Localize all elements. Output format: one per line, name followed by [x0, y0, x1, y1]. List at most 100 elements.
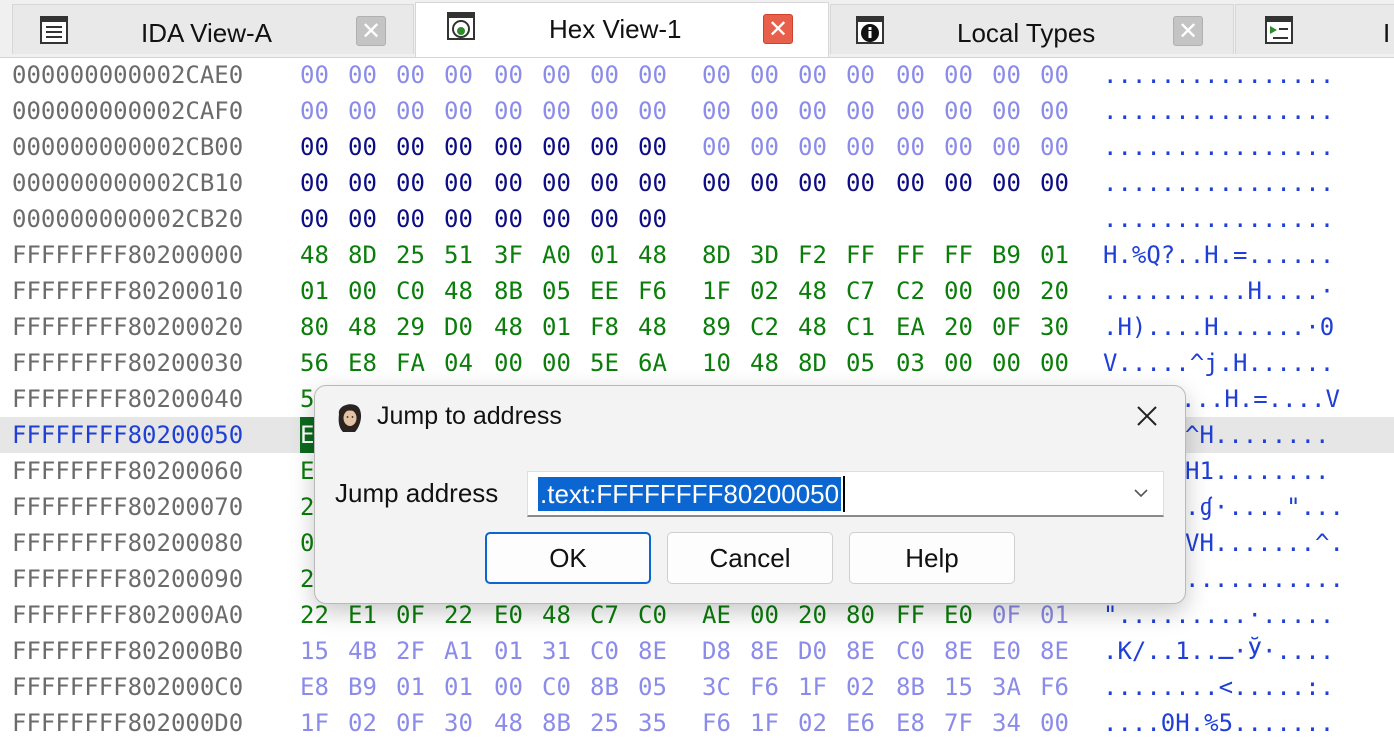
hex-byte[interactable]: E8 — [896, 705, 930, 741]
hex-byte[interactable]: 00 — [846, 129, 880, 165]
hex-byte[interactable]: 00 — [750, 165, 784, 201]
tab-partial[interactable]: I — [1235, 4, 1394, 54]
hex-byte[interactable]: FF — [896, 237, 930, 273]
hex-byte[interactable]: 00 — [638, 165, 672, 201]
hex-byte[interactable]: 00 — [542, 129, 576, 165]
hex-byte[interactable]: C2 — [750, 309, 784, 345]
hex-byte[interactable]: 01 — [396, 669, 430, 705]
hex-byte[interactable]: 30 — [1040, 309, 1074, 345]
ok-button[interactable]: OK — [485, 532, 651, 584]
hex-byte[interactable]: 00 — [638, 57, 672, 93]
hex-byte[interactable]: 48 — [348, 309, 382, 345]
close-icon[interactable]: ✕ — [356, 16, 386, 46]
hex-byte[interactable]: 8B — [494, 273, 528, 309]
hex-byte[interactable]: 00 — [702, 93, 736, 129]
jump-address-value[interactable]: .text:FFFFFFFF80200050 — [538, 477, 842, 511]
hex-byte[interactable]: 8B — [896, 669, 930, 705]
hex-byte[interactable]: 00 — [348, 165, 382, 201]
hex-byte[interactable]: 00 — [798, 129, 832, 165]
hex-byte[interactable]: 00 — [348, 201, 382, 237]
hex-byte[interactable]: 00 — [944, 129, 978, 165]
hex-byte[interactable]: 6A — [638, 345, 672, 381]
hex-byte[interactable]: C2 — [896, 273, 930, 309]
hex-byte[interactable]: 8E — [846, 633, 880, 669]
hex-byte[interactable]: C7 — [846, 273, 880, 309]
hex-byte[interactable]: 29 — [396, 309, 430, 345]
hex-byte[interactable]: 00 — [944, 273, 978, 309]
hex-byte[interactable]: C1 — [846, 309, 880, 345]
hex-byte[interactable]: 1F — [300, 705, 334, 741]
hex-byte[interactable]: 00 — [638, 93, 672, 129]
hex-byte[interactable]: 00 — [1040, 93, 1074, 129]
hex-byte[interactable]: 20 — [1040, 273, 1074, 309]
hex-row[interactable]: 000000000002CB20 00 00 00 00 00 00 00 00........… — [0, 201, 1394, 237]
hex-byte[interactable]: 00 — [798, 93, 832, 129]
hex-byte[interactable]: 00 — [896, 93, 930, 129]
hex-byte[interactable]: E8 — [348, 345, 382, 381]
hex-byte[interactable]: 00 — [750, 129, 784, 165]
hex-byte[interactable]: 01 — [444, 669, 478, 705]
hex-byte[interactable]: E — [300, 417, 314, 453]
hex-byte[interactable]: 00 — [1040, 705, 1074, 741]
hex-byte[interactable]: 80 — [300, 309, 334, 345]
hex-byte[interactable]: 35 — [638, 705, 672, 741]
hex-byte[interactable]: 00 — [992, 129, 1026, 165]
hex-byte[interactable]: EA — [896, 309, 930, 345]
hex-byte[interactable]: 00 — [396, 57, 430, 93]
close-icon[interactable]: ✕ — [1173, 16, 1203, 46]
hex-byte[interactable]: 00 — [494, 57, 528, 93]
hex-byte[interactable]: F6 — [750, 669, 784, 705]
hex-byte[interactable]: 25 — [590, 705, 624, 741]
hex-byte[interactable]: 00 — [542, 201, 576, 237]
hex-byte[interactable]: 8E — [638, 633, 672, 669]
hex-byte[interactable]: F6 — [702, 705, 736, 741]
hex-byte[interactable]: 00 — [444, 129, 478, 165]
hex-byte[interactable]: 00 — [846, 165, 880, 201]
hex-byte[interactable]: 00 — [494, 165, 528, 201]
hex-byte[interactable]: 00 — [944, 345, 978, 381]
hex-byte[interactable]: 00 — [702, 165, 736, 201]
hex-byte[interactable]: 8B — [590, 669, 624, 705]
hex-byte[interactable]: 00 — [300, 201, 334, 237]
cancel-button[interactable]: Cancel — [667, 532, 833, 584]
hex-row[interactable]: FFFFFFFF802000B0 15 4B 2F A1 01 31 C0 8E D8 8E D0 8E… — [0, 633, 1394, 669]
hex-byte[interactable]: 8D — [798, 345, 832, 381]
hex-byte[interactable]: 03 — [896, 345, 930, 381]
hex-byte[interactable]: 00 — [444, 93, 478, 129]
hex-byte[interactable]: 00 — [542, 93, 576, 129]
hex-byte[interactable]: 01 — [542, 309, 576, 345]
hex-byte[interactable]: F8 — [590, 309, 624, 345]
hex-row[interactable]: FFFFFFFF80200010 01 00 C0 48 8B 05 EE F6 1F 02 48 C7… — [0, 273, 1394, 309]
hex-byte[interactable]: 00 — [494, 669, 528, 705]
hex-byte[interactable]: 48 — [750, 345, 784, 381]
tab-ida-view-a[interactable]: IDA View-A ✕ — [12, 4, 414, 54]
hex-byte[interactable]: 00 — [992, 93, 1026, 129]
hex-byte[interactable]: F6 — [1040, 669, 1074, 705]
hex-byte[interactable]: D0 — [444, 309, 478, 345]
hex-byte[interactable]: 8D — [702, 237, 736, 273]
hex-byte[interactable]: 48 — [300, 237, 334, 273]
hex-byte[interactable]: 00 — [348, 57, 382, 93]
hex-row[interactable]: FFFFFFFF80200020 80 48 29 D0 48 01 F8 48 89 C2 48 C1… — [0, 309, 1394, 345]
hex-byte[interactable]: 00 — [944, 165, 978, 201]
hex-byte[interactable]: 51 — [444, 237, 478, 273]
help-button[interactable]: Help — [849, 532, 1015, 584]
hex-byte[interactable]: 00 — [1040, 345, 1074, 381]
hex-byte[interactable]: FA — [396, 345, 430, 381]
chevron-down-icon[interactable] — [1133, 486, 1149, 500]
hex-byte[interactable]: B9 — [348, 669, 382, 705]
hex-byte[interactable]: 02 — [348, 705, 382, 741]
hex-byte[interactable]: 3F — [494, 237, 528, 273]
hex-byte[interactable]: 10 — [702, 345, 736, 381]
hex-byte[interactable]: 00 — [638, 201, 672, 237]
hex-byte[interactable]: 02 — [798, 705, 832, 741]
hex-byte[interactable]: 00 — [1040, 129, 1074, 165]
hex-byte[interactable]: 7F — [944, 705, 978, 741]
hex-byte[interactable]: 00 — [992, 57, 1026, 93]
hex-byte[interactable]: 56 — [300, 345, 334, 381]
hex-byte[interactable]: 00 — [590, 129, 624, 165]
tab-hex-view-1[interactable]: Hex View-1 ✕ — [415, 2, 829, 57]
hex-byte[interactable]: 3A — [992, 669, 1026, 705]
hex-byte[interactable]: 00 — [798, 57, 832, 93]
hex-byte[interactable]: C0 — [396, 273, 430, 309]
